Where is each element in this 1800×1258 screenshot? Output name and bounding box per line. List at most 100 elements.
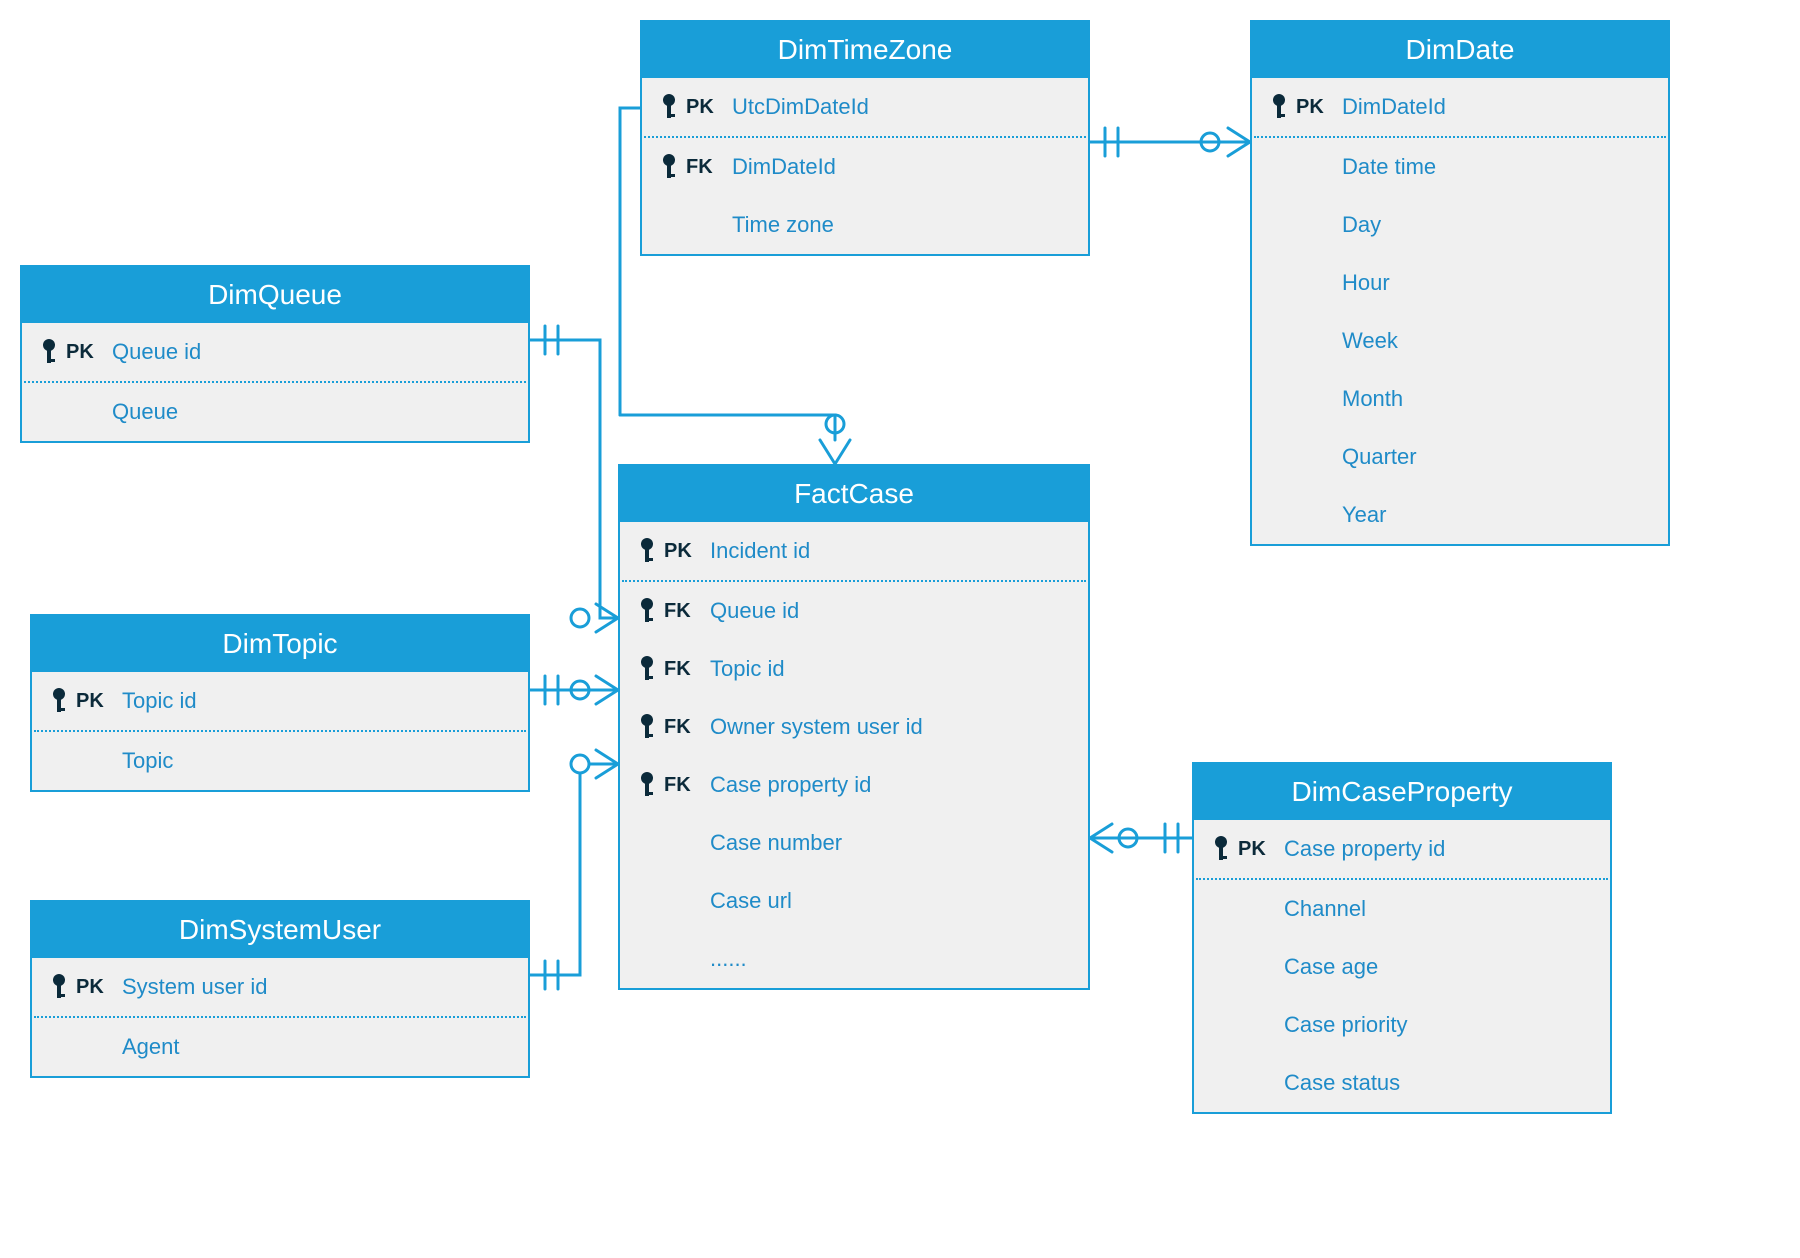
column-name: Case property id — [710, 772, 1078, 798]
entity-title: DimDate — [1252, 22, 1668, 78]
table-row: Case number — [620, 814, 1088, 872]
table-row: FK Owner system user id — [620, 698, 1088, 756]
key-icon — [32, 337, 66, 367]
column-name: Case number — [710, 830, 1078, 856]
table-row: PK Case property id — [1194, 820, 1610, 878]
column-name: Topic — [122, 748, 518, 774]
entity-title: DimCaseProperty — [1194, 764, 1610, 820]
column-name: Hour — [1342, 270, 1658, 296]
entity-rows: PK UtcDimDateId FK DimDateId Time zone — [642, 78, 1088, 254]
table-row: FK Queue id — [620, 582, 1088, 640]
column-name: Queue id — [112, 339, 518, 365]
table-row: PK DimDateId — [1252, 78, 1668, 136]
column-name: Agent — [122, 1034, 518, 1060]
column-name: Channel — [1284, 896, 1600, 922]
key-type: FK — [686, 156, 732, 179]
column-name: Date time — [1342, 154, 1658, 180]
column-name: Topic id — [710, 656, 1078, 682]
column-name: Queue — [112, 399, 518, 425]
table-row: Case status — [1194, 1054, 1610, 1112]
entity-dim-topic[interactable]: DimTopic PK Topic id Topic — [30, 614, 530, 792]
table-row: Year — [1252, 486, 1668, 544]
entity-title: FactCase — [620, 466, 1088, 522]
key-type: FK — [664, 600, 710, 623]
entity-title: DimQueue — [22, 267, 528, 323]
table-row: PK Incident id — [620, 522, 1088, 580]
column-name: Topic id — [122, 688, 518, 714]
column-name: Incident id — [710, 538, 1078, 564]
column-name: Day — [1342, 212, 1658, 238]
column-name: Week — [1342, 328, 1658, 354]
entity-rows: PK System user id Agent — [32, 958, 528, 1076]
table-row: Case priority — [1194, 996, 1610, 1054]
key-icon — [630, 536, 664, 566]
column-name: Case url — [710, 888, 1078, 914]
table-row: Queue — [22, 383, 528, 441]
entity-dim-date[interactable]: DimDate PK DimDateId Date time Day Hour … — [1250, 20, 1670, 546]
key-type: PK — [664, 540, 710, 563]
entity-dim-case-property[interactable]: DimCaseProperty PK Case property id Chan… — [1192, 762, 1612, 1114]
table-row: PK Queue id — [22, 323, 528, 381]
column-name: ...... — [710, 946, 1078, 972]
entity-dim-queue[interactable]: DimQueue PK Queue id Queue — [20, 265, 530, 443]
table-row: PK Topic id — [32, 672, 528, 730]
key-icon — [1204, 834, 1238, 864]
table-row: Day — [1252, 196, 1668, 254]
entity-title: DimSystemUser — [32, 902, 528, 958]
table-row: PK System user id — [32, 958, 528, 1016]
key-type: FK — [664, 716, 710, 739]
table-row: FK Topic id — [620, 640, 1088, 698]
entity-rows: PK Incident id FK Queue id FK Topic id F… — [620, 522, 1088, 988]
key-icon — [630, 654, 664, 684]
table-row: Date time — [1252, 138, 1668, 196]
key-icon — [652, 92, 686, 122]
table-row: Topic — [32, 732, 528, 790]
table-row: FK Case property id — [620, 756, 1088, 814]
entity-dim-system-user[interactable]: DimSystemUser PK System user id Agent — [30, 900, 530, 1078]
column-name: Owner system user id — [710, 714, 1078, 740]
key-type: PK — [1238, 838, 1284, 861]
er-diagram-canvas: { "colors": { "accent": "#199ed8", "enti… — [0, 0, 1800, 1258]
key-type: PK — [1296, 96, 1342, 119]
key-type: FK — [664, 658, 710, 681]
column-name: DimDateId — [732, 154, 1078, 180]
entity-rows: PK Topic id Topic — [32, 672, 528, 790]
column-name: UtcDimDateId — [732, 94, 1078, 120]
column-name: Month — [1342, 386, 1658, 412]
key-type: PK — [76, 976, 122, 999]
column-name: System user id — [122, 974, 518, 1000]
table-row: Channel — [1194, 880, 1610, 938]
table-row: Week — [1252, 312, 1668, 370]
table-row: FK DimDateId — [642, 138, 1088, 196]
entity-rows: PK Case property id Channel Case age Cas… — [1194, 820, 1610, 1112]
table-row: PK UtcDimDateId — [642, 78, 1088, 136]
column-name: Case age — [1284, 954, 1600, 980]
column-name: DimDateId — [1342, 94, 1658, 120]
table-row: Case age — [1194, 938, 1610, 996]
column-name: Case priority — [1284, 1012, 1600, 1038]
key-icon — [630, 712, 664, 742]
table-row: Time zone — [642, 196, 1088, 254]
key-type: PK — [66, 341, 112, 364]
column-name: Time zone — [732, 212, 1078, 238]
key-type: FK — [664, 774, 710, 797]
column-name: Case property id — [1284, 836, 1600, 862]
entity-fact-case[interactable]: FactCase PK Incident id FK Queue id FK T… — [618, 464, 1090, 990]
entity-rows: PK DimDateId Date time Day Hour Week Mon… — [1252, 78, 1668, 544]
key-icon — [630, 770, 664, 800]
table-row: Case url — [620, 872, 1088, 930]
key-icon — [652, 152, 686, 182]
table-row: ...... — [620, 930, 1088, 988]
entity-title: DimTopic — [32, 616, 528, 672]
key-type: PK — [686, 96, 732, 119]
column-name: Year — [1342, 502, 1658, 528]
table-row: Month — [1252, 370, 1668, 428]
column-name: Case status — [1284, 1070, 1600, 1096]
column-name: Quarter — [1342, 444, 1658, 470]
entity-title: DimTimeZone — [642, 22, 1088, 78]
table-row: Quarter — [1252, 428, 1668, 486]
key-icon — [1262, 92, 1296, 122]
entity-dim-time-zone[interactable]: DimTimeZone PK UtcDimDateId FK DimDateId… — [640, 20, 1090, 256]
key-type: PK — [76, 690, 122, 713]
table-row: Hour — [1252, 254, 1668, 312]
